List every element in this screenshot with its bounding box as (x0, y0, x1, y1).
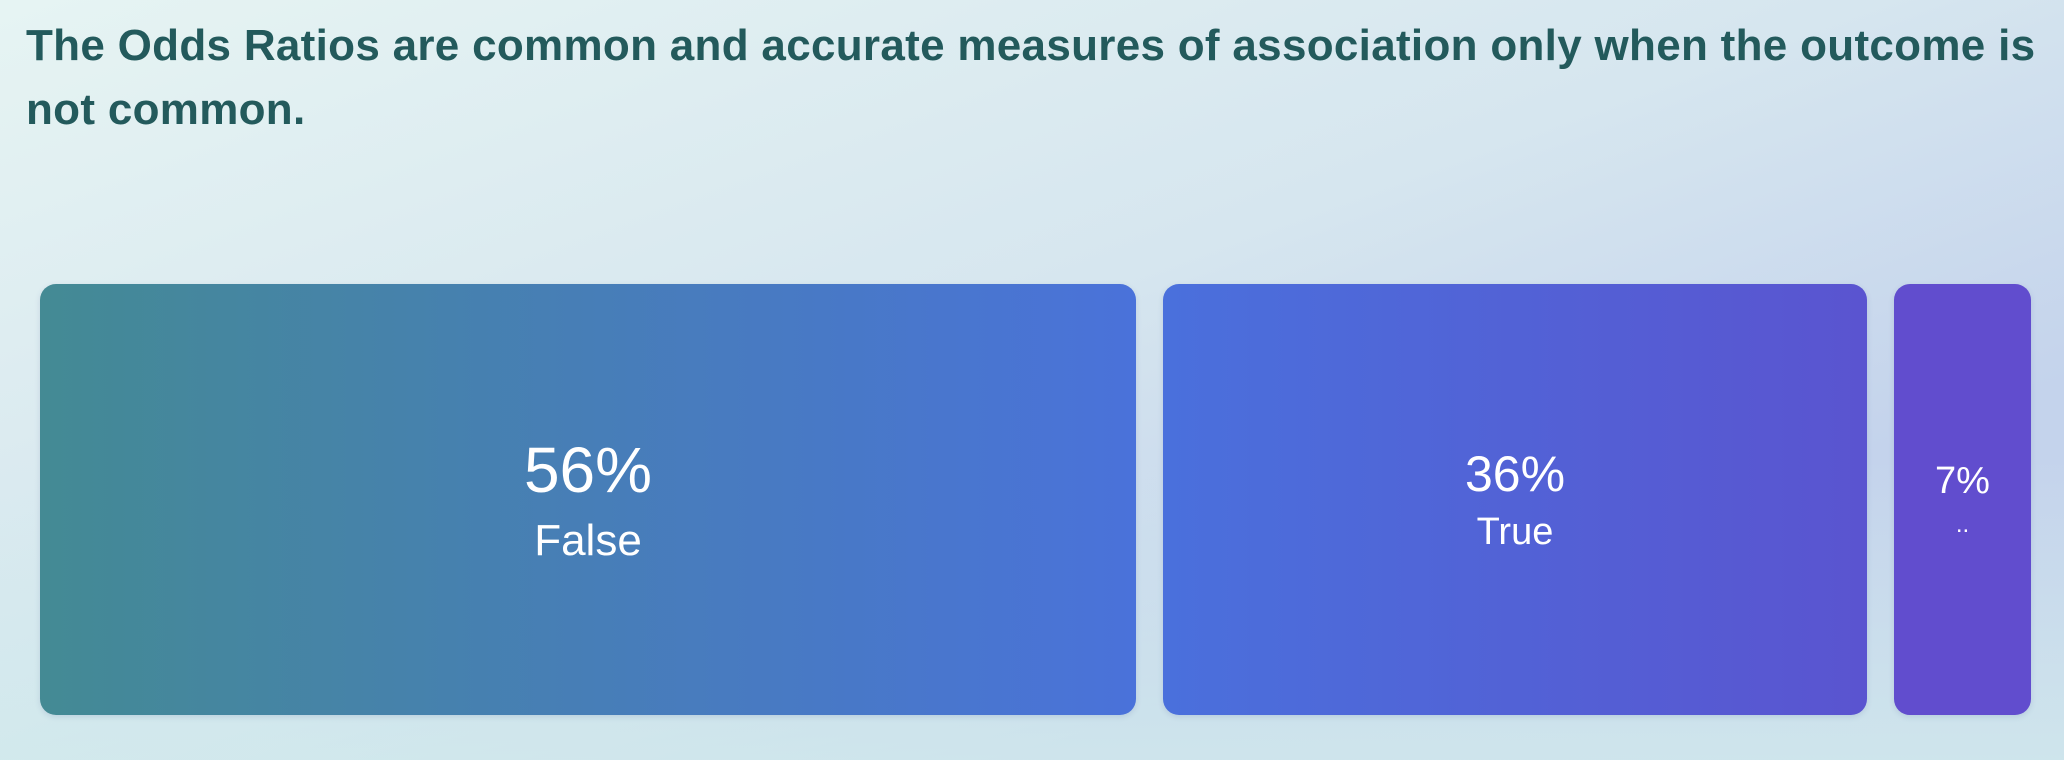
bar-false[interactable]: 56% False (40, 284, 1136, 715)
bar-category-label: False (534, 515, 642, 565)
bar-category-label: True (1476, 510, 1554, 553)
bar-true[interactable]: 36% True (1163, 284, 1867, 715)
bar-value-label: 7% (1935, 460, 1990, 503)
bar-value-label: 36% (1464, 445, 1566, 502)
chart-title: The Odds Ratios are common and accurate … (26, 21, 2036, 134)
bar-value-label: 56% (523, 433, 653, 506)
bar-other[interactable]: 7% .. (1894, 284, 2031, 715)
bar-category-label: .. (1955, 510, 1970, 538)
